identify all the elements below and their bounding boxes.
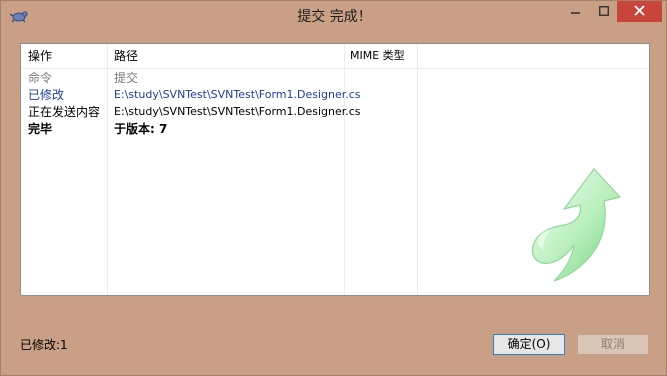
close-button[interactable] bbox=[617, 1, 662, 22]
row-action: 正在发送内容 bbox=[28, 105, 101, 119]
column-header-path[interactable]: 路径 bbox=[114, 44, 138, 68]
row-action: 已修改 bbox=[28, 88, 65, 102]
column-separator bbox=[417, 44, 418, 295]
status-text: 已修改:1 bbox=[20, 338, 68, 352]
column-separator bbox=[107, 44, 108, 295]
row-path: E:\study\SVNTest\SVNTest\Form1.Designer.… bbox=[114, 88, 361, 101]
row-path: 于版本: 7 bbox=[114, 122, 168, 136]
row-action: 命令 bbox=[28, 71, 53, 85]
row-path: 提交 bbox=[114, 71, 139, 85]
row-action: 完毕 bbox=[28, 122, 53, 136]
minimize-button[interactable] bbox=[562, 1, 590, 23]
column-separator bbox=[344, 44, 345, 295]
column-header-mime[interactable]: MIME 类型 bbox=[350, 44, 405, 68]
maximize-icon bbox=[599, 5, 609, 19]
maximize-button[interactable] bbox=[590, 1, 618, 23]
close-icon bbox=[634, 4, 645, 19]
commit-dialog: 提交 完成！ 操作 路径 MIME 类型 命令 提交 已修改 E:\study\… bbox=[0, 0, 667, 376]
title-bar[interactable]: 提交 完成！ bbox=[1, 1, 667, 33]
commit-log-list[interactable]: 操作 路径 MIME 类型 命令 提交 已修改 E:\study\SVNTest… bbox=[20, 43, 650, 296]
minimize-icon bbox=[571, 5, 581, 19]
ok-button[interactable]: 确定(O) bbox=[493, 334, 565, 355]
curved-green-arrow-icon bbox=[524, 167, 626, 293]
row-path: E:\study\SVNTest\SVNTest\Form1.Designer.… bbox=[114, 105, 361, 118]
column-header-action[interactable]: 操作 bbox=[28, 44, 52, 68]
cancel-button[interactable]: 取消 bbox=[577, 334, 649, 355]
